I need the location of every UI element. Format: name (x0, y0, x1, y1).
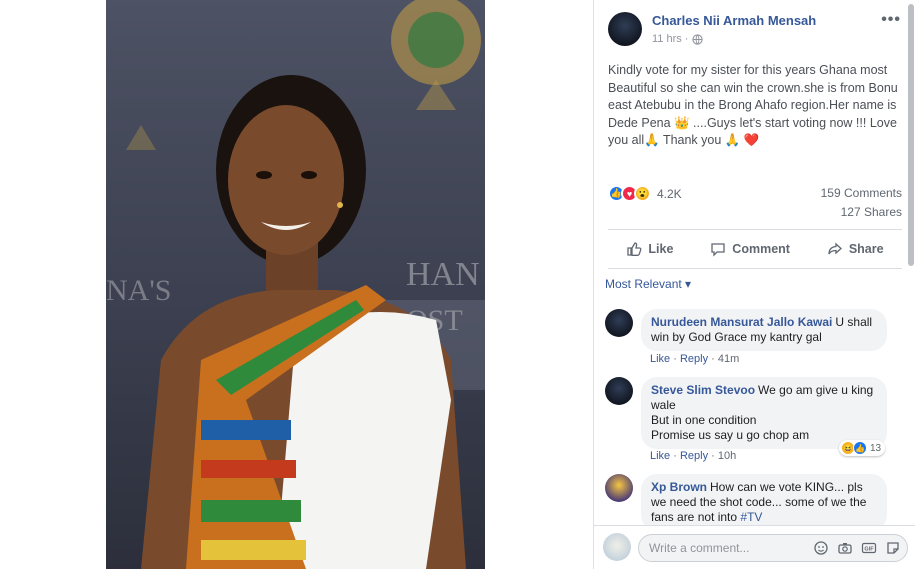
meta-separator: · (673, 353, 677, 365)
sticker-icon[interactable] (885, 540, 901, 556)
emoji-icon[interactable] (813, 540, 829, 556)
svg-text:HAN: HAN (406, 256, 480, 293)
action-bar: Like Comment Share (608, 229, 902, 269)
comment-author[interactable]: Nurudeen Mansurat Jallo Kawai (651, 315, 832, 329)
reaction-summary[interactable]: 👍 ♥ 😮 4.2K (608, 185, 682, 202)
camera-icon[interactable] (837, 540, 853, 556)
svg-text:NA'S: NA'S (106, 274, 171, 307)
comment-like-link[interactable]: Like (650, 450, 670, 462)
like-icon (627, 242, 642, 256)
comment-composer: Write a comment... GIF (594, 525, 915, 569)
comment-meta: Like · Reply · 41m (650, 353, 739, 365)
scrollbar[interactable] (908, 4, 914, 266)
like-button[interactable]: Like (626, 241, 673, 257)
comment-bubble: Nurudeen Mansurat Jallo Kawai U shall win… (641, 309, 887, 351)
meta-separator: · (673, 450, 677, 462)
globe-icon (692, 33, 704, 45)
avatar[interactable] (605, 309, 633, 337)
comment-bubble: Xp Brown How can we vote KING... pls we n… (641, 474, 887, 531)
comment-filter[interactable]: Most Relevant ▾ (605, 277, 691, 291)
more-icon[interactable]: ••• (881, 11, 901, 29)
comment-like-link[interactable]: Like (650, 353, 670, 365)
comment-reaction-count: 13 (870, 442, 882, 454)
reaction-count: 4.2K (657, 186, 682, 201)
wow-reaction-icon: 😮 (634, 185, 651, 202)
post-time: 11 hrs · (652, 33, 689, 45)
comment-text-line: But in one condition (651, 413, 757, 427)
meta-separator: · (711, 353, 715, 365)
comment-reactions[interactable]: 😆 👍 13 (839, 440, 886, 456)
comment-author[interactable]: Steve Slim Stevoo (651, 383, 755, 397)
comment-item: Nurudeen Mansurat Jallo Kawai U shall win… (605, 309, 905, 365)
share-label: Share (848, 242, 884, 256)
avatar[interactable] (605, 474, 633, 502)
author-avatar[interactable] (608, 12, 642, 46)
comment-bubble: Steve Slim Stevoo We go am give u king wa… (641, 377, 887, 449)
comment-time[interactable]: 10h (718, 450, 736, 462)
comment-reply-link[interactable]: Reply (680, 450, 708, 462)
like-reaction-icon: 👍 (853, 441, 867, 455)
comment-reply-link[interactable]: Reply (680, 353, 708, 365)
comment-icon (711, 243, 725, 257)
comment-item: Xp Brown How can we vote KING... pls we n… (605, 474, 905, 531)
avatar[interactable] (605, 377, 633, 405)
post-panel: Charles Nii Armah Mensah 11 hrs · ••• Ki… (593, 0, 915, 569)
photo-illustration: HAN NA'S OST (106, 0, 485, 569)
like-label: Like (648, 242, 674, 256)
author-name[interactable]: Charles Nii Armah Mensah (652, 13, 816, 28)
comments-count[interactable]: 159 Comments (821, 186, 902, 200)
comment-button[interactable]: Comment (710, 241, 790, 257)
photo-pane: HAN NA'S OST (0, 0, 593, 569)
meta-separator: · (711, 450, 715, 462)
comment-author[interactable]: Xp Brown (651, 480, 707, 494)
facebook-photo-viewer: HAN NA'S OST (0, 0, 915, 569)
comment-time[interactable]: 41m (718, 353, 739, 365)
composer-icons: GIF (813, 540, 901, 556)
shares-count[interactable]: 127 Shares (841, 205, 902, 219)
hashtag-link[interactable]: #TV (740, 510, 762, 524)
comment-input-box[interactable]: Write a comment... GIF (638, 534, 908, 562)
svg-text:GIF: GIF (864, 547, 874, 553)
comment-input[interactable]: Write a comment... (649, 541, 749, 555)
avatar (603, 533, 631, 561)
share-button[interactable]: Share (827, 241, 884, 257)
post-photo[interactable]: HAN NA'S OST (106, 0, 485, 569)
share-icon (828, 242, 842, 255)
comment-item: Steve Slim Stevoo We go am give u king wa… (605, 377, 905, 467)
comment-meta: Like · Reply · 10h (650, 450, 736, 462)
post-timestamp[interactable]: 11 hrs · (652, 33, 704, 45)
gif-icon[interactable]: GIF (861, 540, 877, 556)
comment-label: Comment (732, 242, 790, 256)
post-text: Kindly vote for my sister for this years… (608, 63, 898, 147)
